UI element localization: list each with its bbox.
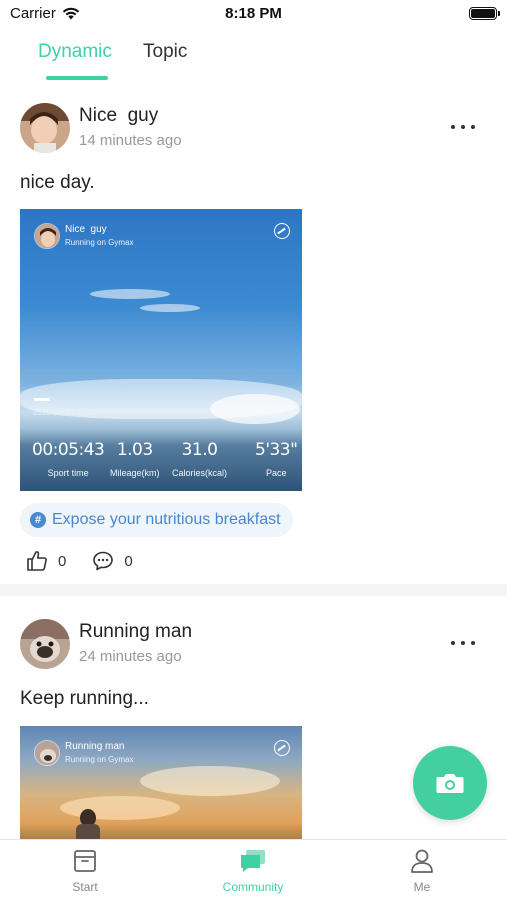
nav-label: Start [72, 880, 98, 894]
stat-label: Pace [265, 468, 287, 478]
image-subtitle: Running on Gymax [65, 755, 134, 764]
feed-tabs: Dynamic Topic [0, 38, 507, 82]
comment-count: 0 [124, 552, 133, 570]
status-bar: Carrier 8:18 PM [0, 0, 507, 28]
stat-label: Calories(kcal) [172, 468, 228, 478]
nav-label: Community [222, 880, 284, 894]
app-logo-icon [274, 223, 290, 239]
post-image[interactable]: Nice guy Running on Gymax 2020-09-03 20:… [20, 209, 302, 491]
post-image[interactable]: Running man Running on Gymax [20, 726, 302, 840]
post-text: nice day. [20, 172, 95, 193]
thumbs-up-icon [27, 551, 47, 571]
nav-start[interactable]: Start [35, 848, 135, 894]
hashtag-icon: # [30, 512, 46, 528]
like-button[interactable]: 0 [26, 550, 66, 572]
avatar[interactable] [20, 619, 70, 669]
post-username[interactable]: Running man [79, 621, 192, 643]
more-options-button[interactable] [451, 122, 475, 132]
post-time: 14 minutes ago [79, 132, 182, 149]
stat-value: 00:05:43 [32, 440, 105, 460]
person-icon [411, 849, 433, 873]
topic-label: Expose your nutritious breakfast [52, 511, 281, 528]
chat-icon [241, 850, 265, 872]
nav-label: Me [413, 880, 431, 894]
post-text: Keep running... [20, 688, 149, 709]
nav-community[interactable]: Community [203, 848, 303, 894]
like-count: 0 [58, 552, 67, 570]
stat-value: 31.0 [181, 440, 218, 460]
camera-icon [436, 774, 464, 793]
stat-value: 1.03 [116, 440, 153, 460]
stat-mileage: 1.03 Mileage(km) [110, 440, 160, 478]
topic-tag[interactable]: # Expose your nutritious breakfast [20, 503, 293, 537]
image-date: 2020-09-03 20:01 [33, 408, 97, 417]
post-time: 24 minutes ago [79, 648, 182, 665]
active-tab-indicator [46, 76, 108, 80]
box-icon [74, 850, 96, 872]
image-avatar [34, 223, 60, 249]
post-actions: 0 0 [26, 550, 159, 572]
camera-button[interactable] [413, 746, 487, 820]
app-logo-icon [274, 740, 290, 756]
bottom-nav: Start Community Me [0, 839, 507, 900]
stat-calories: 31.0 Calories(kcal) [172, 440, 227, 478]
post-username[interactable]: Nice guy [79, 105, 158, 127]
comment-icon [93, 551, 114, 571]
comment-button[interactable]: 0 [92, 550, 133, 572]
stat-sport-time: 00:05:43 Sport time [32, 440, 105, 478]
image-username: Nice guy [65, 224, 107, 235]
stat-label: Sport time [47, 468, 89, 478]
stat-label: Mileage(km) [110, 468, 160, 478]
tab-topic[interactable]: Topic [143, 41, 187, 63]
stat-value: 5'33" [255, 440, 298, 460]
tab-dynamic[interactable]: Dynamic [38, 41, 112, 63]
nav-me[interactable]: Me [372, 848, 472, 894]
more-options-button[interactable] [451, 638, 475, 648]
battery-icon [469, 7, 500, 20]
post-divider [0, 584, 507, 596]
image-username: Running man [65, 741, 125, 752]
image-avatar [34, 740, 60, 766]
image-dash [34, 398, 50, 401]
image-subtitle: Running on Gymax [65, 238, 134, 247]
status-time: 8:18 PM [225, 5, 282, 22]
stat-pace: 5'33" Pace [255, 440, 298, 478]
avatar[interactable] [20, 103, 70, 153]
